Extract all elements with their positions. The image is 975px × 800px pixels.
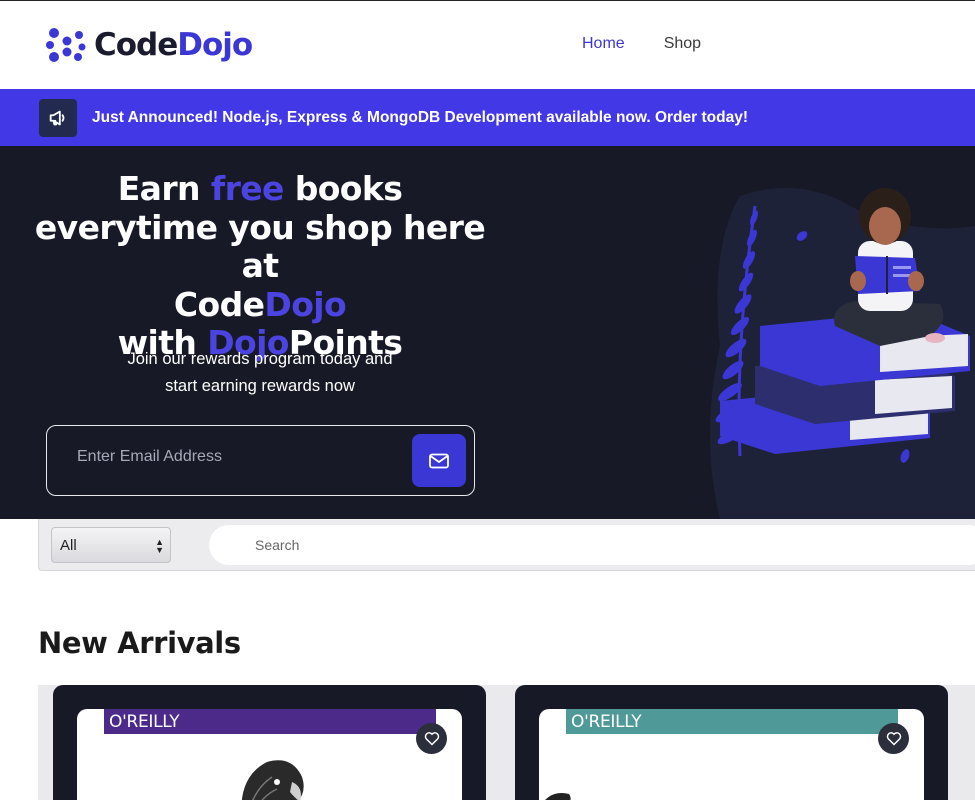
email-input[interactable] xyxy=(77,448,397,466)
hero-subtext: Join our rewards program today and start… xyxy=(127,350,393,395)
parrot-illustration xyxy=(241,760,304,800)
logo-mark-icon xyxy=(46,28,86,62)
animal-illustration xyxy=(545,793,571,800)
nav-home-link[interactable]: Home xyxy=(582,35,625,53)
site-header: CodeDojo Home Shop xyxy=(0,1,975,89)
heart-icon xyxy=(886,732,901,746)
reading-woman-illustration xyxy=(710,188,975,519)
newsletter-form xyxy=(46,425,475,496)
category-select[interactable]: All ▲ ▼ xyxy=(51,527,171,563)
publisher-label: O'REILLY xyxy=(104,709,436,734)
envelope-icon xyxy=(429,453,449,468)
brand-name: CodeDojo xyxy=(94,27,253,63)
new-arrivals-heading: New Arrivals xyxy=(38,626,241,660)
hero-section: Earn free books everytime you shop here … xyxy=(0,146,975,519)
hero-headline: Earn free books everytime you shop here … xyxy=(34,169,486,362)
nav-shop-link[interactable]: Shop xyxy=(664,35,701,53)
search-field xyxy=(209,525,975,565)
book-card[interactable]: O'REILLY xyxy=(515,685,948,800)
announcement-banner: Just Announced! Node.js, Express & Mongo… xyxy=(0,89,975,146)
favorite-button[interactable] xyxy=(416,723,447,754)
favorite-button[interactable] xyxy=(878,723,909,754)
announcement-text: Just Announced! Node.js, Express & Mongo… xyxy=(92,108,748,126)
megaphone-icon xyxy=(39,98,77,137)
heart-icon xyxy=(424,732,439,746)
category-select-value: All xyxy=(60,536,77,554)
book-cover: O'REILLY xyxy=(539,709,924,800)
book-cover: O'REILLY xyxy=(77,709,462,800)
search-bar: All ▲ ▼ xyxy=(38,519,975,571)
publisher-label: O'REILLY xyxy=(566,709,898,734)
select-arrows-icon: ▲ ▼ xyxy=(155,537,164,555)
brand-logo[interactable]: CodeDojo xyxy=(46,25,253,65)
search-input[interactable] xyxy=(255,537,855,553)
main-nav: Home Shop xyxy=(582,35,701,53)
email-submit-button[interactable] xyxy=(412,434,466,487)
book-card[interactable]: O'REILLY xyxy=(53,685,486,800)
